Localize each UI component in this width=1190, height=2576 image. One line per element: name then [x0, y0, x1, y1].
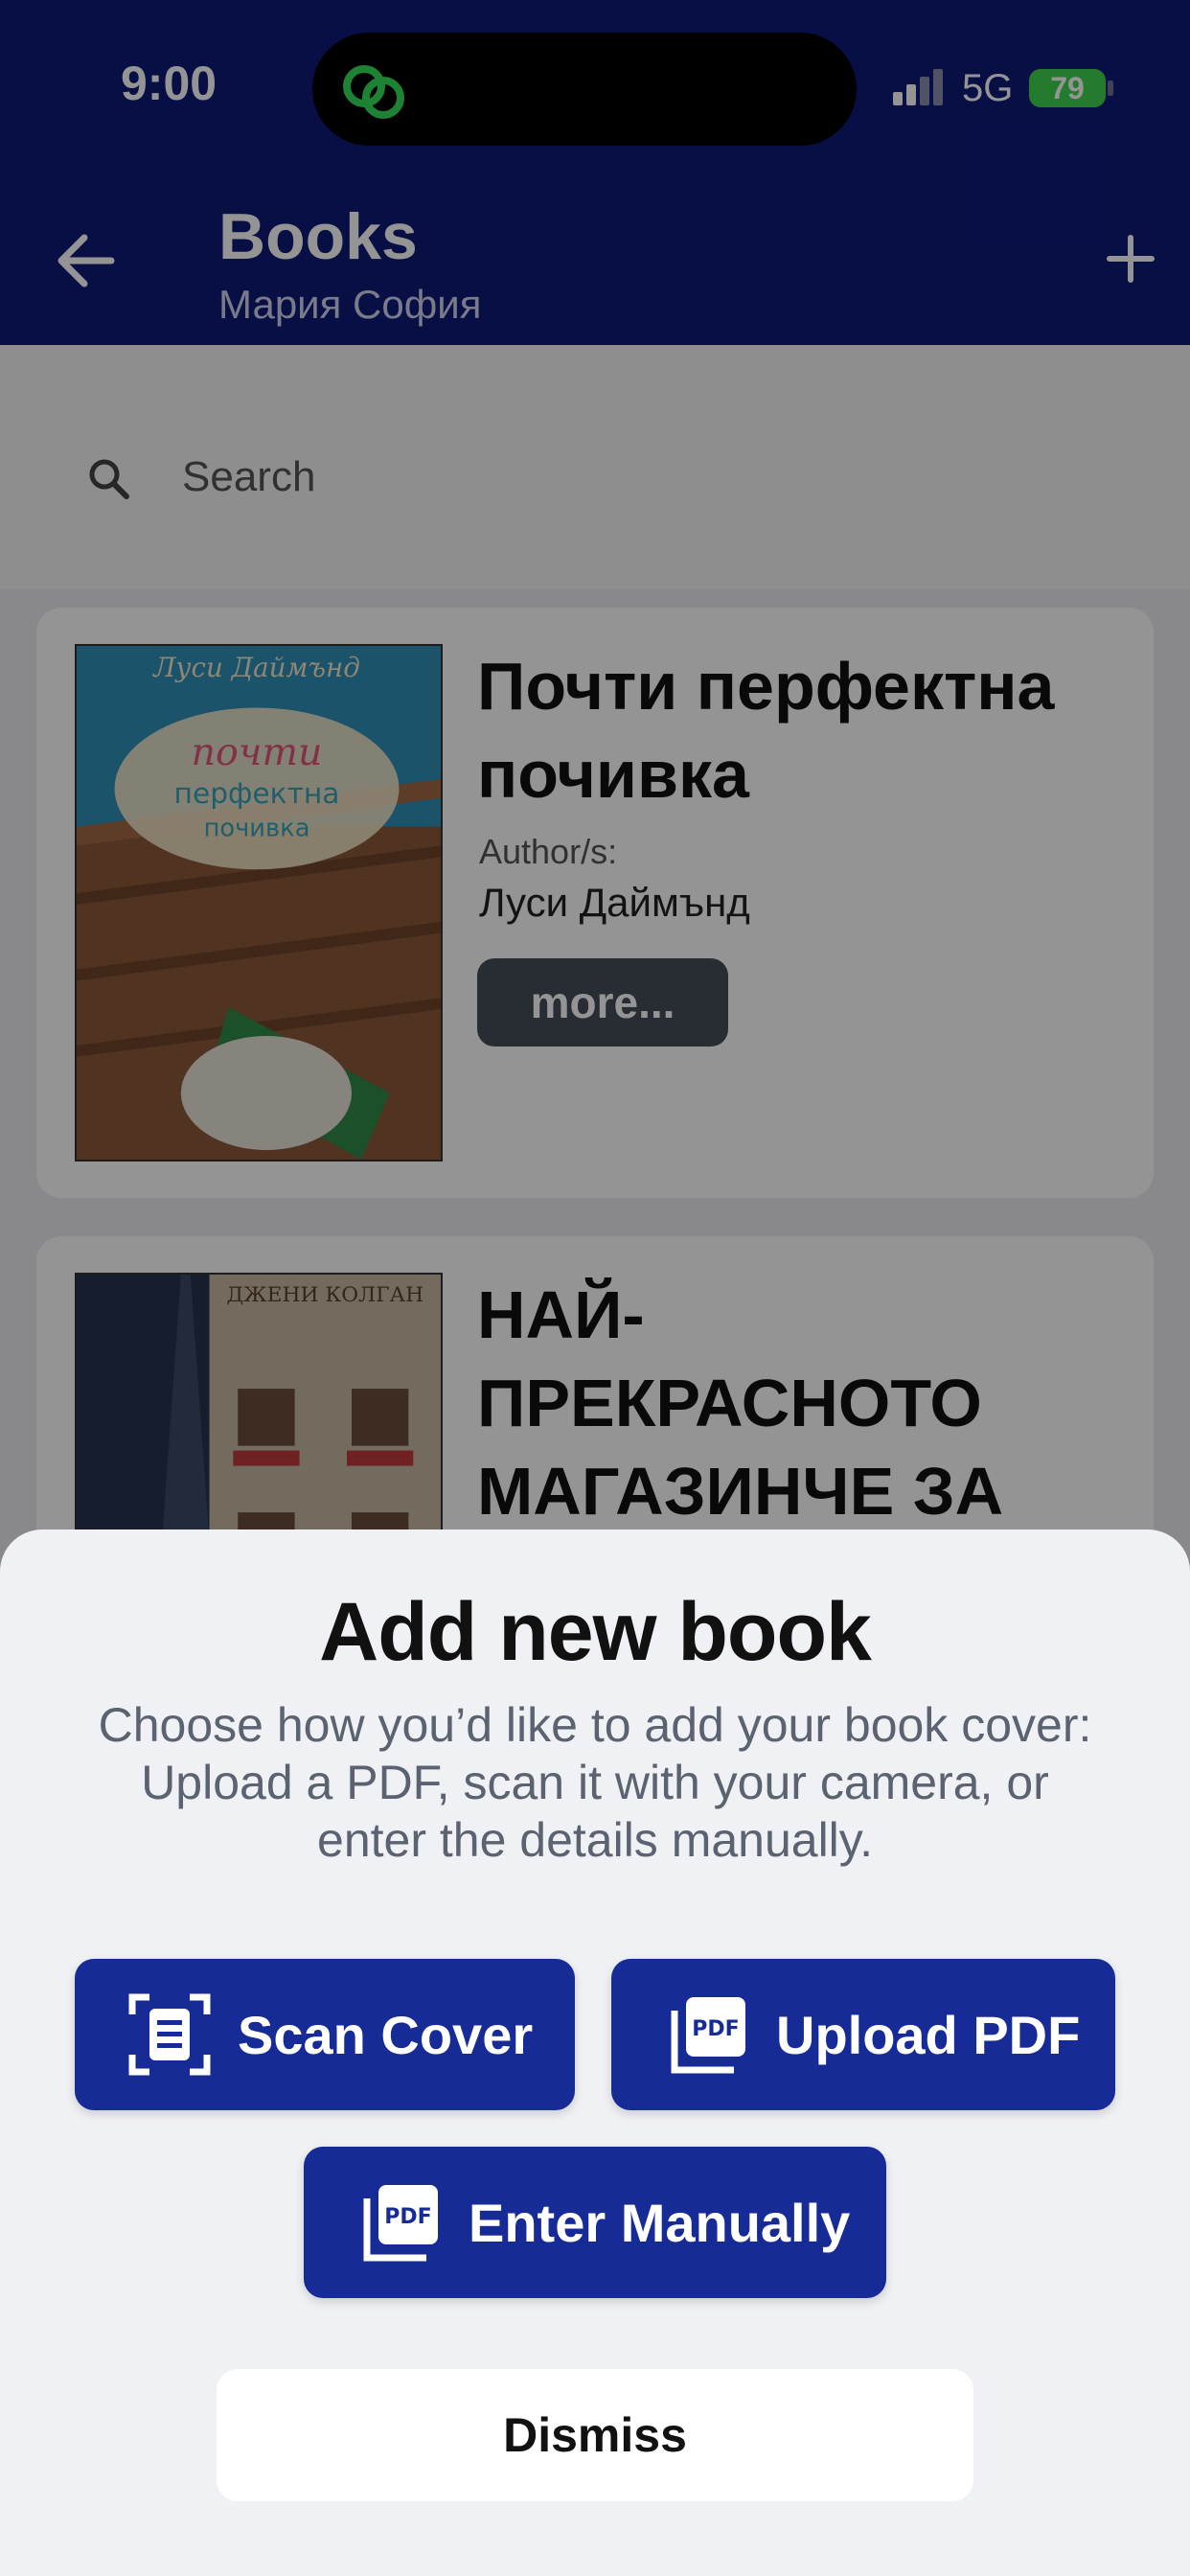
add-book-sheet: Add new book Choose how you’d like to ad… [0, 1530, 1190, 2576]
enter-manually-label: Enter Manually [469, 2192, 851, 2253]
svg-text:PDF: PDF [692, 2017, 739, 2041]
sheet-title: Add new book [319, 1586, 872, 1678]
enter-manually-button[interactable]: PDF Enter Manually [304, 2147, 886, 2298]
scan-cover-label: Scan Cover [238, 2004, 534, 2065]
svg-text:PDF: PDF [384, 2205, 431, 2229]
pdf-file-icon: PDF [363, 2185, 438, 2262]
pdf-file-icon: PDF [671, 1997, 745, 2074]
scan-cover-button[interactable]: Scan Cover [75, 1959, 575, 2110]
upload-pdf-label: Upload PDF [776, 2004, 1081, 2065]
sheet-description: Choose how you’d like to add your book c… [98, 1698, 1092, 1867]
dismiss-button[interactable]: Dismiss [217, 2369, 973, 2501]
scan-document-icon [128, 1993, 211, 2076]
upload-pdf-button[interactable]: PDF Upload PDF [611, 1959, 1115, 2110]
